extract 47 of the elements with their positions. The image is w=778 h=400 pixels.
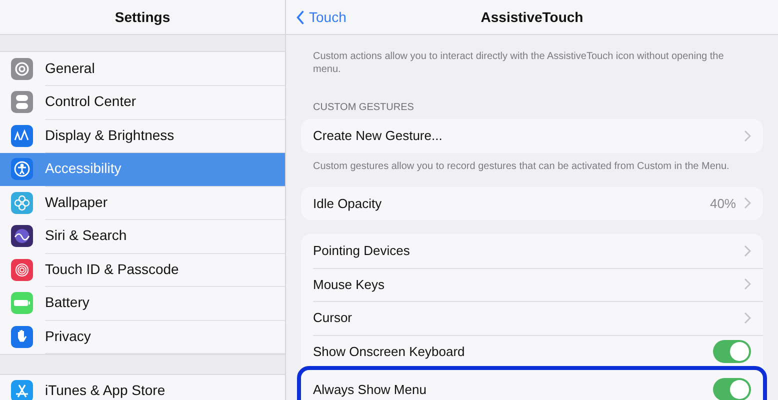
- sidebar-label: Touch ID & Passcode: [45, 252, 285, 287]
- chevron-icon: [744, 130, 751, 142]
- sidebar-item[interactable]: Siri & Search: [0, 220, 285, 253]
- chevron-icon: [744, 244, 751, 257]
- row-label: Show Onscreen Keyboard: [313, 344, 466, 359]
- sidebar-item[interactable]: General: [0, 52, 285, 86]
- row-label: Pointing Devices: [313, 243, 411, 258]
- back-icon: [296, 10, 305, 24]
- section-footer: Custom gestures allow you to record gestures that can be activated from Custom in the Menu.: [301, 152, 763, 172]
- sidebar-item[interactable]: Wallpaper: [0, 186, 285, 220]
- sidebar-label: Control Center: [45, 85, 285, 120]
- row-label: Cursor: [313, 310, 354, 326]
- toggle-switch[interactable]: [713, 378, 751, 400]
- settings-row[interactable]: Mouse Keys: [301, 268, 763, 301]
- back-link[interactable]: Touch: [296, 0, 346, 34]
- row-label: Mouse Keys: [313, 276, 386, 292]
- settings-row[interactable]: Always Show Menu: [297, 366, 767, 400]
- section-footer: Custom actions allow you to interact directly with the AssistiveTouch icon without opening the menu.: [301, 43, 763, 76]
- sidebar-label: Accessibility: [45, 152, 285, 186]
- chevron-icon: [744, 278, 751, 290]
- sidebar-label: General: [45, 52, 285, 86]
- toggle-switch[interactable]: [713, 340, 751, 363]
- sidebar-item[interactable]: Touch ID & Passcode: [0, 253, 285, 286]
- settings-row[interactable]: Show Onscreen Keyboard: [301, 334, 763, 368]
- sidebar-label: Wallpaper: [45, 186, 285, 220]
- settings-row[interactable]: Idle Opacity 40%: [301, 186, 763, 220]
- row-label: Idle Opacity: [313, 196, 383, 211]
- page-title: AssistiveTouch: [480, 9, 584, 25]
- row-value: 40%: [710, 196, 736, 211]
- sidebar-title: Settings: [114, 9, 170, 25]
- sidebar-item[interactable]: Privacy: [0, 320, 285, 354]
- back-label: Touch: [309, 9, 346, 25]
- sidebar-label: iTunes & App Store: [45, 374, 285, 400]
- sidebar-item[interactable]: iTunes & App Store: [0, 374, 285, 400]
- chevron-icon: [744, 312, 751, 324]
- row-label: Always Show Menu: [313, 382, 428, 396]
- sidebar-label: Battery: [45, 286, 285, 320]
- chevron-icon: [744, 197, 751, 210]
- sidebar-label: Siri & Search: [45, 219, 285, 254]
- row-label: Create New Gesture...: [313, 128, 444, 144]
- sidebar-label: Privacy: [45, 320, 285, 354]
- settings-row[interactable]: Create New Gesture...: [301, 119, 763, 152]
- settings-row[interactable]: Cursor: [301, 301, 763, 334]
- settings-row[interactable]: Pointing Devices: [301, 234, 763, 268]
- sidebar-item[interactable]: Control Center: [0, 86, 285, 119]
- section-header: CUSTOM GESTURES: [312, 102, 415, 115]
- sidebar-item[interactable]: Battery: [0, 286, 285, 320]
